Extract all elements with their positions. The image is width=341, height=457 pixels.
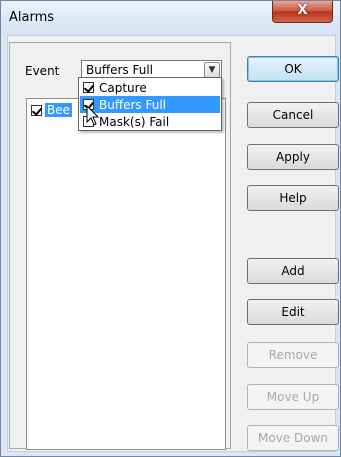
list-item[interactable]: Bee <box>31 102 72 118</box>
edit-button[interactable]: Edit <box>247 299 339 325</box>
close-button[interactable]: X <box>272 1 333 23</box>
check-icon <box>83 82 95 93</box>
add-button[interactable]: Add <box>247 258 339 284</box>
event-label: Event <box>25 64 60 78</box>
alarm-list[interactable]: Bee <box>26 98 226 450</box>
event-option-capture[interactable]: Capture <box>80 79 220 96</box>
window-title: Alarms <box>9 10 55 25</box>
event-option-buffers-full[interactable]: Buffers Full <box>80 96 220 113</box>
list-item-checkbox[interactable] <box>31 104 43 116</box>
alarms-dialog: Alarms X Event Buffers Full ▼ Bee OK Can… <box>0 0 341 457</box>
option-checkbox[interactable] <box>83 82 95 93</box>
event-option-label: Capture <box>99 80 147 95</box>
move-down-button[interactable]: Move Down <box>247 425 339 451</box>
mouse-pointer-icon <box>86 105 100 126</box>
close-icon: X <box>297 3 308 18</box>
event-option-label: Mask(s) Fail <box>99 114 170 129</box>
move-up-button[interactable]: Move Up <box>247 384 339 410</box>
apply-button[interactable]: Apply <box>247 144 339 170</box>
check-icon <box>31 104 43 116</box>
event-select-value: Buffers Full <box>86 63 154 77</box>
title-bar[interactable]: Alarms X <box>1 1 340 35</box>
remove-button[interactable]: Remove <box>247 342 339 368</box>
list-item-label: Bee <box>45 103 72 117</box>
cancel-button[interactable]: Cancel <box>247 102 339 128</box>
event-option-mask-fail[interactable]: Mask(s) Fail <box>80 113 220 130</box>
help-button[interactable]: Help <box>247 185 339 211</box>
ok-button[interactable]: OK <box>247 56 339 82</box>
chevron-down-icon[interactable]: ▼ <box>204 62 220 78</box>
event-option-label: Buffers Full <box>99 97 167 112</box>
